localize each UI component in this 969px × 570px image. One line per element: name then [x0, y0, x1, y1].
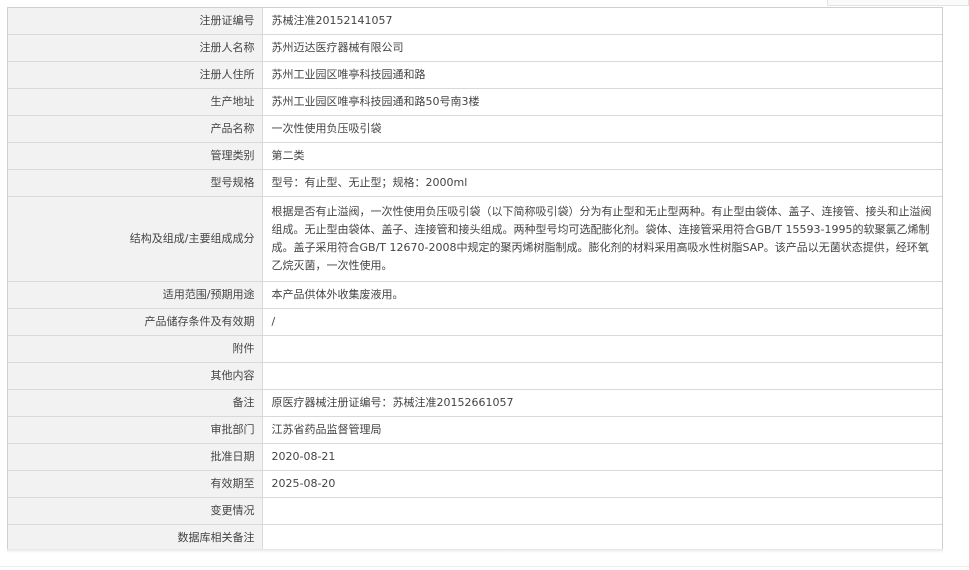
table-row: 有效期至 2025-08-20 — [8, 470, 942, 498]
row-label-intended-use: 适用范围/预期用途 — [8, 281, 263, 309]
row-value-valid-until: 2025-08-20 — [262, 470, 942, 498]
row-label-approval-department: 审批部门 — [8, 416, 263, 444]
row-value-intended-use: 本产品供体外收集废液用。 — [262, 281, 942, 309]
row-value-registration-number: 苏械注准20152141057 — [262, 8, 942, 35]
row-value-model-spec: 型号：有止型、无止型；规格：2000ml — [262, 169, 942, 197]
row-label-registrant-name: 注册人名称 — [8, 34, 263, 62]
row-value-production-address: 苏州工业园区唯亭科技园通和路50号南3楼 — [262, 88, 942, 116]
table-row: 变更情况 — [8, 497, 942, 525]
row-value-attachment — [262, 335, 942, 363]
row-value-approval-date: 2020-08-21 — [262, 443, 942, 471]
row-label-valid-until: 有效期至 — [8, 470, 263, 498]
row-label-management-category: 管理类别 — [8, 142, 263, 170]
row-value-database-remarks — [262, 525, 942, 552]
row-label-attachment: 附件 — [8, 335, 263, 363]
table-row: 数据库相关备注 — [8, 524, 942, 552]
row-label-structure-composition: 结构及组成/主要组成成分 — [8, 196, 263, 282]
row-value-remarks: 原医疗器械注册证编号：苏械注准20152661057 — [262, 389, 942, 417]
detail-panel: 注册证编号 苏械注准20152141057 注册人名称 苏州迈达医疗器械有限公司… — [7, 7, 943, 551]
row-value-approval-department: 江苏省药品监督管理局 — [262, 416, 942, 444]
row-label-model-spec: 型号规格 — [8, 169, 263, 197]
bottom-divider — [0, 566, 969, 567]
table-row: 注册人住所 苏州工业园区唯亭科技园通和路 — [8, 61, 942, 89]
row-label-storage-validity: 产品储存条件及有效期 — [8, 308, 263, 336]
row-value-other-content — [262, 362, 942, 390]
row-label-change-history: 变更情况 — [8, 497, 263, 525]
registration-detail-table: 注册证编号 苏械注准20152141057 注册人名称 苏州迈达医疗器械有限公司… — [8, 8, 942, 551]
row-value-registrant-name: 苏州迈达医疗器械有限公司 — [262, 34, 942, 62]
table-row: 备注 原医疗器械注册证编号：苏械注准20152661057 — [8, 389, 942, 417]
table-row: 其他内容 — [8, 362, 942, 390]
table-row: 适用范围/预期用途 本产品供体外收集废液用。 — [8, 281, 942, 309]
row-label-remarks: 备注 — [8, 389, 263, 417]
table-row: 注册人名称 苏州迈达医疗器械有限公司 — [8, 34, 942, 62]
row-label-approval-date: 批准日期 — [8, 443, 263, 471]
row-label-other-content: 其他内容 — [8, 362, 263, 390]
row-value-management-category: 第二类 — [262, 142, 942, 170]
table-row: 注册证编号 苏械注准20152141057 — [8, 8, 942, 35]
top-strip — [0, 0, 969, 6]
top-right-tab-edge — [827, 0, 969, 6]
row-value-change-history — [262, 497, 942, 525]
row-value-storage-validity: / — [262, 308, 942, 336]
table-row: 批准日期 2020-08-21 — [8, 443, 942, 471]
row-value-product-name: 一次性使用负压吸引袋 — [262, 115, 942, 143]
panel-shadow — [7, 549, 943, 553]
table-row: 审批部门 江苏省药品监督管理局 — [8, 416, 942, 444]
table-row: 生产地址 苏州工业园区唯亭科技园通和路50号南3楼 — [8, 88, 942, 116]
row-label-database-remarks: 数据库相关备注 — [8, 524, 263, 551]
row-label-registrant-address: 注册人住所 — [8, 61, 263, 89]
table-row: 产品名称 一次性使用负压吸引袋 — [8, 115, 942, 143]
table-row: 附件 — [8, 335, 942, 363]
table-row: 结构及组成/主要组成成分 根据是否有止溢阀，一次性使用负压吸引袋（以下简称吸引袋… — [8, 196, 942, 282]
table-row: 型号规格 型号：有止型、无止型；规格：2000ml — [8, 169, 942, 197]
table-row: 管理类别 第二类 — [8, 142, 942, 170]
row-value-registrant-address: 苏州工业园区唯亭科技园通和路 — [262, 61, 942, 89]
row-label-product-name: 产品名称 — [8, 115, 263, 143]
row-label-registration-number: 注册证编号 — [8, 8, 263, 35]
row-value-structure-composition: 根据是否有止溢阀，一次性使用负压吸引袋（以下简称吸引袋）分为有止型和无止型两种。… — [262, 196, 942, 282]
table-row: 产品储存条件及有效期 / — [8, 308, 942, 336]
row-label-production-address: 生产地址 — [8, 88, 263, 116]
